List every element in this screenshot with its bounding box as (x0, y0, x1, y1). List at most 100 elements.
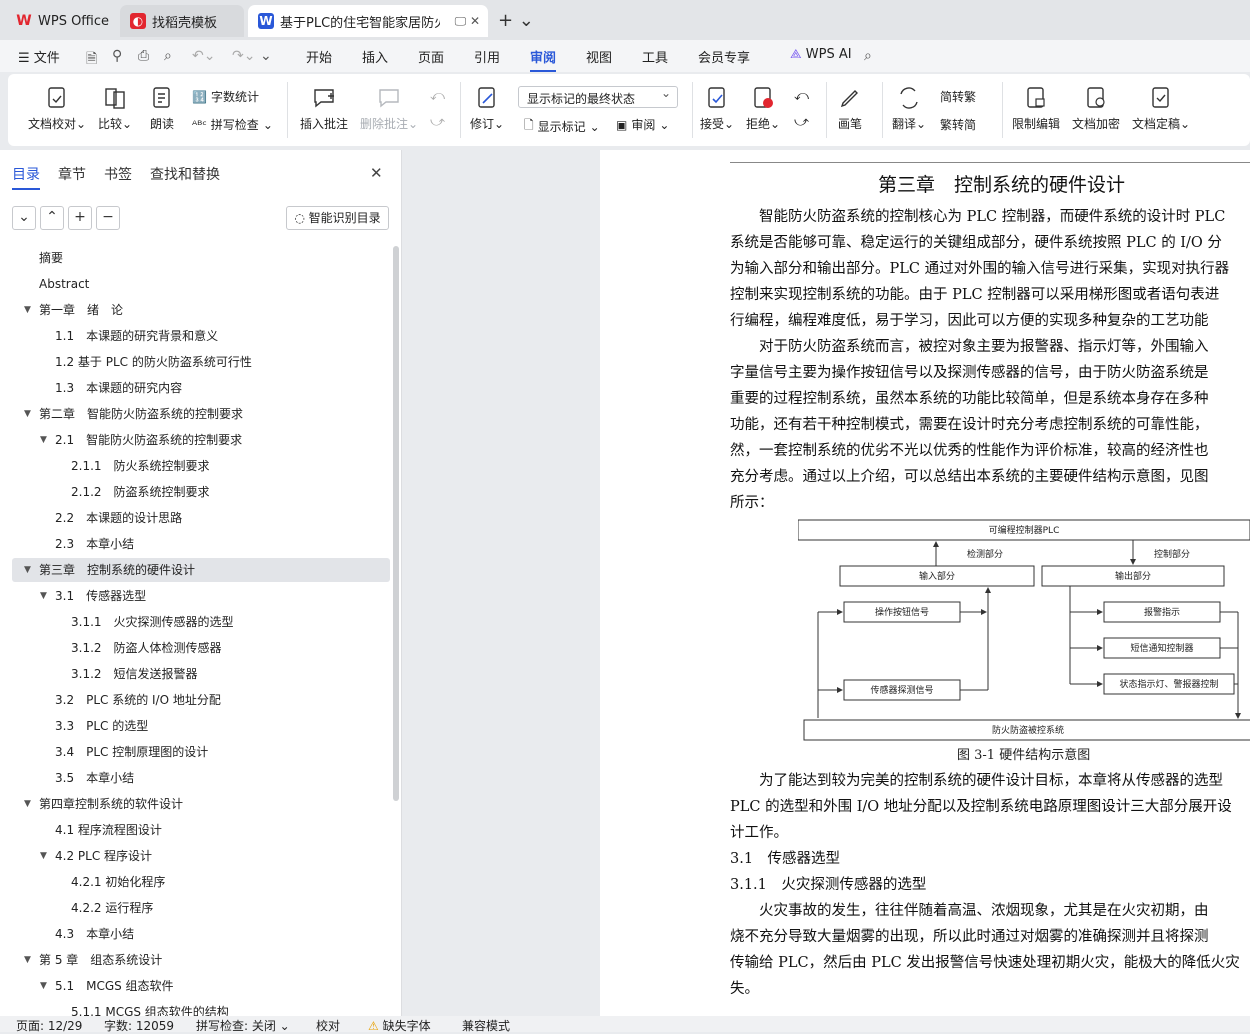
pen-button[interactable]: 画笔 (838, 86, 862, 132)
revise-button[interactable]: 修订⌄ (470, 86, 504, 132)
toc-item[interactable]: 3.2 PLC 系统的 I/O 地址分配 (12, 688, 390, 712)
show-markup-button[interactable]: 🗋 显示标记 ⌄ (524, 116, 600, 137)
save-icon[interactable]: 🗎 (86, 48, 97, 72)
accept-button[interactable]: 接受⌄ (700, 86, 734, 132)
finalize-button[interactable]: 文档定稿⌄ (1132, 86, 1190, 132)
expand-triangle-icon[interactable]: ▼ (40, 844, 47, 868)
expand-triangle-icon[interactable]: ▼ (24, 948, 31, 972)
toc-item[interactable]: 4.2.1 初始化程序 (12, 870, 390, 894)
prev-change-icon[interactable]: ⤺ (794, 88, 809, 104)
to-traditional-button[interactable]: 简转繁 (940, 88, 976, 105)
toc-item[interactable]: 4.2.2 运行程序 (12, 896, 390, 920)
reject-button[interactable]: 拒绝⌄ (746, 86, 780, 132)
nav-tab-toc[interactable]: 目录 (12, 164, 40, 190)
toc-item[interactable]: 2.1.1 防火系统控制要求 (12, 454, 390, 478)
translate-button[interactable]: 翻译⌄ (892, 86, 926, 132)
close-icon[interactable]: ✕ (370, 164, 383, 182)
toc-item[interactable]: 2.1.2 防盗系统控制要求 (12, 480, 390, 504)
nav-tab-bookmark[interactable]: 书签 (104, 164, 132, 184)
restrict-edit-button[interactable]: 限制编辑 (1012, 86, 1060, 132)
toc-item[interactable]: ▼ 第一章 绪 论 (12, 298, 390, 322)
toc-item[interactable]: 3.1.2 防盗人体检测传感器 (12, 636, 390, 660)
toc-item[interactable]: 3.1.1 火灾探测传感器的选型 (12, 610, 390, 634)
document-page[interactable]: 第三章 控制系统的硬件设计 智能防火防盗系统的控制核心为 PLC 控制器，而硬件… (600, 150, 1250, 1016)
menu-reference[interactable]: 引用 (474, 47, 500, 66)
to-simplified-button[interactable]: 繁转简 (940, 116, 976, 133)
toc-item[interactable]: ▼ 5.1 MCGS 组态软件 (12, 974, 390, 998)
toc-item[interactable]: 1.1 本课题的研究背景和意义 (12, 324, 390, 348)
next-comment-icon[interactable]: ⤻ (430, 114, 445, 130)
markup-state-select[interactable]: 显示标记的最终状态 (518, 86, 678, 108)
page-indicator[interactable]: 页面: 12/29 (16, 1017, 82, 1034)
toc-item[interactable]: 摘要 (12, 246, 390, 270)
share-icon[interactable]: ⚲ (112, 48, 122, 64)
toc-item[interactable]: 3.3 PLC 的选型 (12, 714, 390, 738)
menu-insert[interactable]: 插入 (362, 47, 388, 66)
tab-template[interactable]: ◐ 找稻壳模板 (120, 5, 244, 37)
prev-comment-icon[interactable]: ⤺ (430, 88, 445, 104)
word-count-indicator[interactable]: 字数: 12059 (104, 1017, 174, 1034)
encrypt-button[interactable]: 文档加密 (1072, 86, 1120, 132)
toc-item[interactable]: 1.2 基于 PLC 的防火防盗系统可行性 (12, 350, 390, 374)
toc-item[interactable]: Abstract (12, 272, 390, 296)
expand-triangle-icon[interactable]: ▼ (40, 974, 47, 998)
delete-comment-button[interactable]: 删除批注⌄ (360, 86, 418, 132)
toc-item[interactable]: 4.1 程序流程图设计 (12, 818, 390, 842)
menu-start[interactable]: 开始 (306, 47, 332, 66)
toc-item[interactable]: 4.3 本章小结 (12, 922, 390, 946)
toc-item[interactable]: ▼ 4.2 PLC 程序设计 (12, 844, 390, 868)
compare-button[interactable]: 比较⌄ (98, 86, 132, 132)
toc-item[interactable]: ▼ 第三章 控制系统的硬件设计 (12, 558, 390, 582)
proof-indicator[interactable]: 校对 (316, 1017, 340, 1034)
expand-triangle-icon[interactable]: ▼ (24, 792, 31, 816)
wps-ai-button[interactable]: ⟁ WPS AI (790, 47, 852, 62)
missing-font-indicator[interactable]: ⚠ 缺失字体 (368, 1017, 431, 1034)
menu-member[interactable]: 会员专享 (698, 47, 750, 66)
next-change-icon[interactable]: ⤻ (794, 114, 809, 130)
proofread-button[interactable]: 文档校对⌄ (28, 86, 86, 132)
menu-view[interactable]: 视图 (586, 47, 612, 66)
close-tab-icon[interactable]: 🖵 ✕ (455, 14, 480, 29)
menu-page[interactable]: 页面 (418, 47, 444, 66)
toc-item[interactable]: ▼ 3.1 传感器选型 (12, 584, 390, 608)
more-icon[interactable]: ⌄ (260, 48, 272, 64)
toc-item[interactable]: ▼ 第四章控制系统的软件设计 (12, 792, 390, 816)
expand-triangle-icon[interactable]: ▼ (40, 584, 47, 608)
expand-triangle-icon[interactable]: ▼ (24, 298, 31, 322)
review-pane-button[interactable]: ▣ 审阅 ⌄ (616, 116, 669, 133)
nav-tab-find[interactable]: 查找和替换 (150, 164, 220, 184)
word-count-button[interactable]: 🔢 字数统计 (192, 88, 259, 105)
file-menu[interactable]: ☰ 文件 (18, 47, 60, 66)
expand-triangle-icon[interactable]: ▼ (40, 428, 47, 452)
spell-check-button[interactable]: ᴬᴮᶜ 拼写检查 ⌄ (192, 116, 273, 133)
menu-tools[interactable]: 工具 (642, 47, 668, 66)
tab-document[interactable]: W 基于PLC的住宅智能家居防火防 🖵 ✕ (248, 5, 488, 37)
print-icon[interactable]: ⎙ (138, 48, 149, 64)
toc-item[interactable]: ▼ 第 5 章 组态系统设计 (12, 948, 390, 972)
expand-triangle-icon[interactable]: ▼ (24, 402, 31, 426)
tab-wps-office[interactable]: W WPS Office (6, 5, 114, 37)
search-icon[interactable]: ⌕ (864, 48, 872, 64)
minus-icon[interactable]: − (96, 206, 120, 230)
collapse-down-icon[interactable]: ⌄ (12, 206, 36, 230)
toc-item[interactable]: 3.4 PLC 控制原理图的设计 (12, 740, 390, 764)
expand-up-icon[interactable]: ⌃ (40, 206, 64, 230)
read-aloud-button[interactable]: 朗读 (150, 86, 174, 132)
spell-check-indicator[interactable]: 拼写检查: 关闭 ⌄ (196, 1017, 290, 1034)
add-icon[interactable]: + (68, 206, 92, 230)
toc-item[interactable]: ▼ 第二章 智能防火防盗系统的控制要求 (12, 402, 390, 426)
toc-item[interactable]: 2.3 本章小结 (12, 532, 390, 556)
nav-tab-chapter[interactable]: 章节 (58, 164, 86, 184)
toc-item[interactable]: 2.2 本课题的设计思路 (12, 506, 390, 530)
redo-icon[interactable]: ↷⌄ (232, 48, 255, 64)
expand-triangle-icon[interactable]: ▼ (24, 558, 31, 582)
new-tab-icon[interactable]: + ⌄ (498, 10, 534, 31)
toc-item[interactable]: 1.3 本课题的研究内容 (12, 376, 390, 400)
smart-toc-button[interactable]: ◌ 智能识别目录 (286, 206, 389, 230)
nav-scrollbar[interactable] (393, 246, 399, 801)
toc-item[interactable]: 3.5 本章小结 (12, 766, 390, 790)
menu-review[interactable]: 审阅 (530, 47, 557, 72)
preview-icon[interactable]: ⌕ (164, 48, 172, 64)
insert-comment-button[interactable]: 插入批注 (300, 86, 348, 132)
toc-item[interactable]: 3.1.2 短信发送报警器 (12, 662, 390, 686)
